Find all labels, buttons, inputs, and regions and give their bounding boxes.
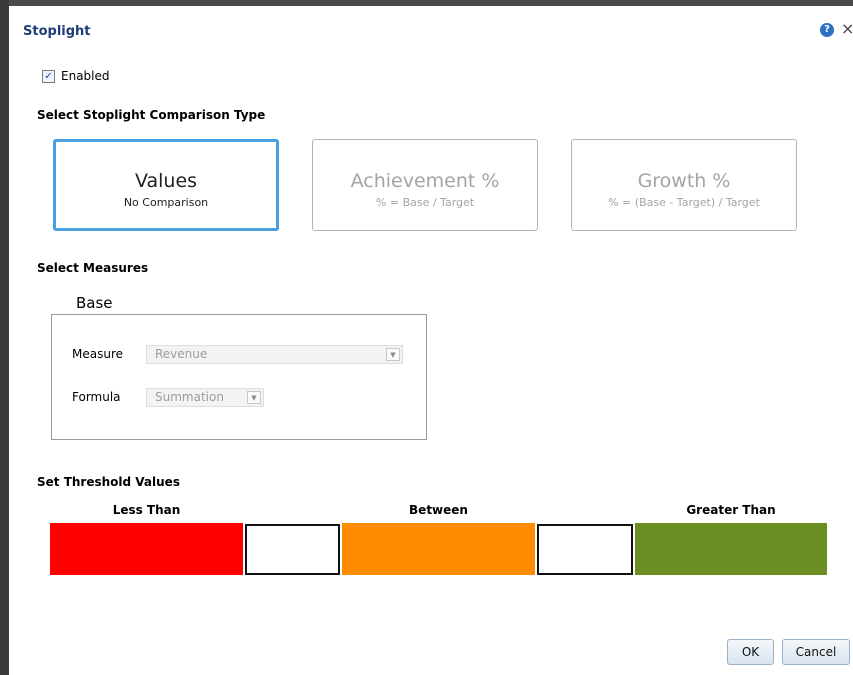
comparison-card-values[interactable]: Values No Comparison	[53, 139, 279, 231]
dialog-title: Stoplight	[23, 24, 91, 39]
threshold-input-high[interactable]	[537, 524, 633, 575]
thresholds-heading: Set Threshold Values	[37, 475, 180, 489]
card-title: Growth %	[637, 170, 731, 192]
stoplight-dialog: Stoplight ? × ✓ Enabled Select Stoplight…	[9, 6, 853, 675]
threshold-input-low[interactable]	[245, 524, 340, 575]
comparison-type-heading: Select Stoplight Comparison Type	[37, 108, 266, 122]
cancel-button[interactable]: Cancel	[782, 639, 850, 665]
measure-select[interactable]: Revenue ▼	[146, 345, 403, 364]
card-title: Values	[134, 170, 198, 192]
formula-value: Summation	[155, 390, 224, 404]
greater-than-label: Greater Than	[686, 503, 776, 517]
between-label: Between	[409, 503, 468, 517]
close-icon[interactable]: ×	[841, 21, 853, 37]
between-color-band	[342, 523, 535, 575]
less-than-color-band	[50, 523, 243, 575]
formula-select[interactable]: Summation ▼	[146, 388, 264, 407]
enabled-label: Enabled	[61, 69, 110, 83]
enabled-checkbox[interactable]: ✓	[42, 69, 55, 83]
base-label: Base	[76, 294, 113, 312]
card-subtitle: % = Base / Target	[375, 196, 475, 209]
chevron-down-icon[interactable]: ▼	[247, 391, 261, 404]
greater-than-color-band	[635, 523, 827, 575]
measure-label: Measure	[72, 347, 123, 361]
measure-value: Revenue	[155, 347, 208, 361]
window-left-border	[0, 0, 9, 675]
base-measure-panel: Measure Revenue ▼ Formula Summation ▼	[51, 314, 427, 440]
formula-label: Formula	[72, 390, 121, 404]
measures-heading: Select Measures	[37, 261, 149, 275]
chevron-down-icon[interactable]: ▼	[386, 348, 400, 361]
card-title: Achievement %	[350, 170, 500, 192]
comparison-card-growth[interactable]: Growth % % = (Base - Target) / Target	[571, 139, 797, 231]
ok-button[interactable]: OK	[727, 639, 774, 665]
enabled-row: ✓ Enabled	[42, 69, 110, 83]
less-than-label: Less Than	[112, 503, 181, 517]
card-subtitle: % = (Base - Target) / Target	[608, 196, 760, 209]
card-subtitle: No Comparison	[123, 196, 209, 209]
comparison-card-achievement[interactable]: Achievement % % = Base / Target	[312, 139, 538, 231]
help-icon[interactable]: ?	[820, 23, 834, 37]
